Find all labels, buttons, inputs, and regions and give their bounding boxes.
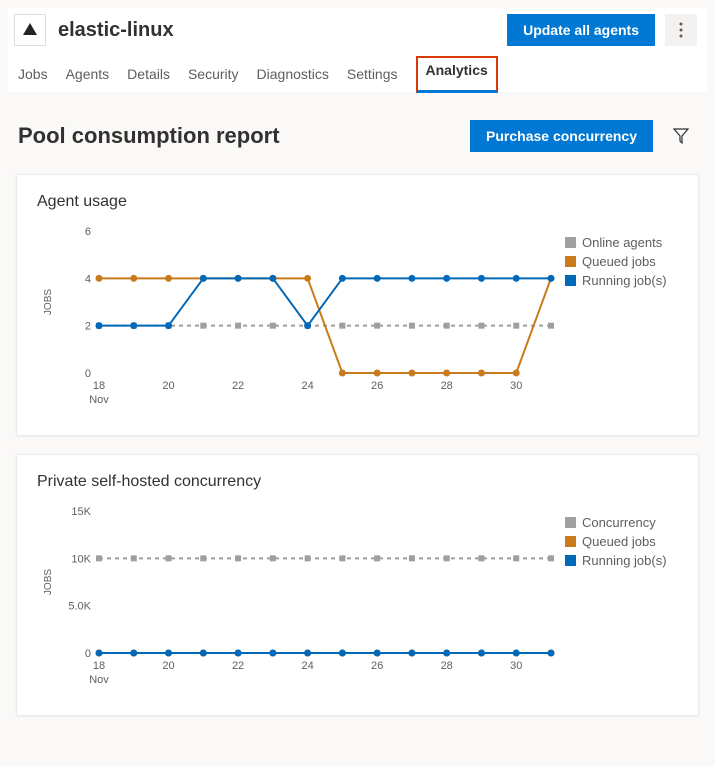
svg-text:Nov: Nov: [89, 394, 109, 406]
tabs: Jobs Agents Details Security Diagnostics…: [8, 52, 707, 92]
concurrency-title: Private self-hosted concurrency: [37, 473, 688, 491]
pool-logo: [14, 14, 46, 46]
svg-text:28: 28: [441, 380, 453, 392]
swatch-gray: [565, 237, 576, 248]
filter-button[interactable]: [665, 120, 697, 152]
legend-item: Queued jobs: [565, 254, 667, 269]
svg-text:JOBS: JOBS: [43, 569, 54, 595]
svg-text:6: 6: [85, 226, 91, 238]
svg-text:2: 2: [85, 321, 91, 333]
report-title: Pool consumption report: [18, 123, 470, 149]
svg-text:18: 18: [93, 380, 105, 392]
header: elastic-linux Update all agents: [8, 8, 707, 52]
tab-diagnostics[interactable]: Diagnostics: [257, 60, 329, 92]
svg-text:0: 0: [85, 648, 91, 660]
swatch-blue: [565, 555, 576, 566]
report-header: Pool consumption report Purchase concurr…: [8, 92, 707, 168]
kebab-icon: [679, 22, 683, 38]
filter-icon: [673, 128, 689, 144]
concurrency-card: Private self-hosted concurrency 0 5.0K 10K…: [16, 454, 699, 716]
swatch-gray: [565, 517, 576, 528]
tab-analytics[interactable]: Analytics: [416, 56, 498, 93]
swatch-blue: [565, 275, 576, 286]
legend-label: Running job(s): [582, 273, 667, 288]
legend-item: Queued jobs: [565, 534, 667, 549]
svg-text:24: 24: [301, 660, 313, 672]
svg-text:JOBS: JOBS: [43, 289, 54, 315]
concurrency-legend: Concurrency Queued jobs Running job(s): [565, 515, 667, 572]
concurrency-chart: 0 5.0K 10K 15K JOBS 18 20 22 24 26 28 30 Nov: [37, 501, 557, 691]
legend-item: Running job(s): [565, 273, 667, 288]
svg-text:5.0K: 5.0K: [68, 601, 91, 613]
svg-text:30: 30: [510, 380, 522, 392]
tab-jobs[interactable]: Jobs: [18, 60, 48, 92]
legend-item: Online agents: [565, 235, 667, 250]
tab-details[interactable]: Details: [127, 60, 170, 92]
svg-text:26: 26: [371, 660, 383, 672]
svg-text:20: 20: [162, 660, 174, 672]
svg-text:28: 28: [441, 660, 453, 672]
legend-label: Online agents: [582, 235, 662, 250]
tab-security[interactable]: Security: [188, 60, 239, 92]
svg-text:30: 30: [510, 660, 522, 672]
svg-text:10K: 10K: [71, 553, 91, 565]
svg-text:18: 18: [93, 660, 105, 672]
agent-usage-card: Agent usage 0246JOBS18202224262830Nov On…: [16, 174, 699, 436]
agent-usage-chart: 0246JOBS18202224262830Nov: [37, 221, 557, 411]
swatch-orange: [565, 256, 576, 267]
svg-text:22: 22: [232, 660, 244, 672]
swatch-orange: [565, 536, 576, 547]
agent-usage-legend: Online agents Queued jobs Running job(s): [565, 235, 667, 292]
svg-text:0: 0: [85, 368, 91, 380]
tab-agents[interactable]: Agents: [66, 60, 110, 92]
update-all-agents-button[interactable]: Update all agents: [507, 14, 655, 46]
legend-item: Running job(s): [565, 553, 667, 568]
svg-text:Nov: Nov: [89, 674, 109, 686]
more-options-button[interactable]: [665, 14, 697, 46]
legend-item: Concurrency: [565, 515, 667, 530]
tab-settings[interactable]: Settings: [347, 60, 398, 92]
purchase-concurrency-button[interactable]: Purchase concurrency: [470, 120, 653, 152]
legend-label: Concurrency: [582, 515, 656, 530]
agent-usage-title: Agent usage: [37, 193, 688, 211]
legend-label: Running job(s): [582, 553, 667, 568]
svg-text:15K: 15K: [71, 506, 91, 518]
svg-text:20: 20: [162, 380, 174, 392]
legend-label: Queued jobs: [582, 254, 656, 269]
svg-text:26: 26: [371, 380, 383, 392]
page-title: elastic-linux: [58, 19, 507, 42]
svg-text:4: 4: [85, 273, 91, 285]
svg-text:24: 24: [301, 380, 313, 392]
svg-text:22: 22: [232, 380, 244, 392]
legend-label: Queued jobs: [582, 534, 656, 549]
